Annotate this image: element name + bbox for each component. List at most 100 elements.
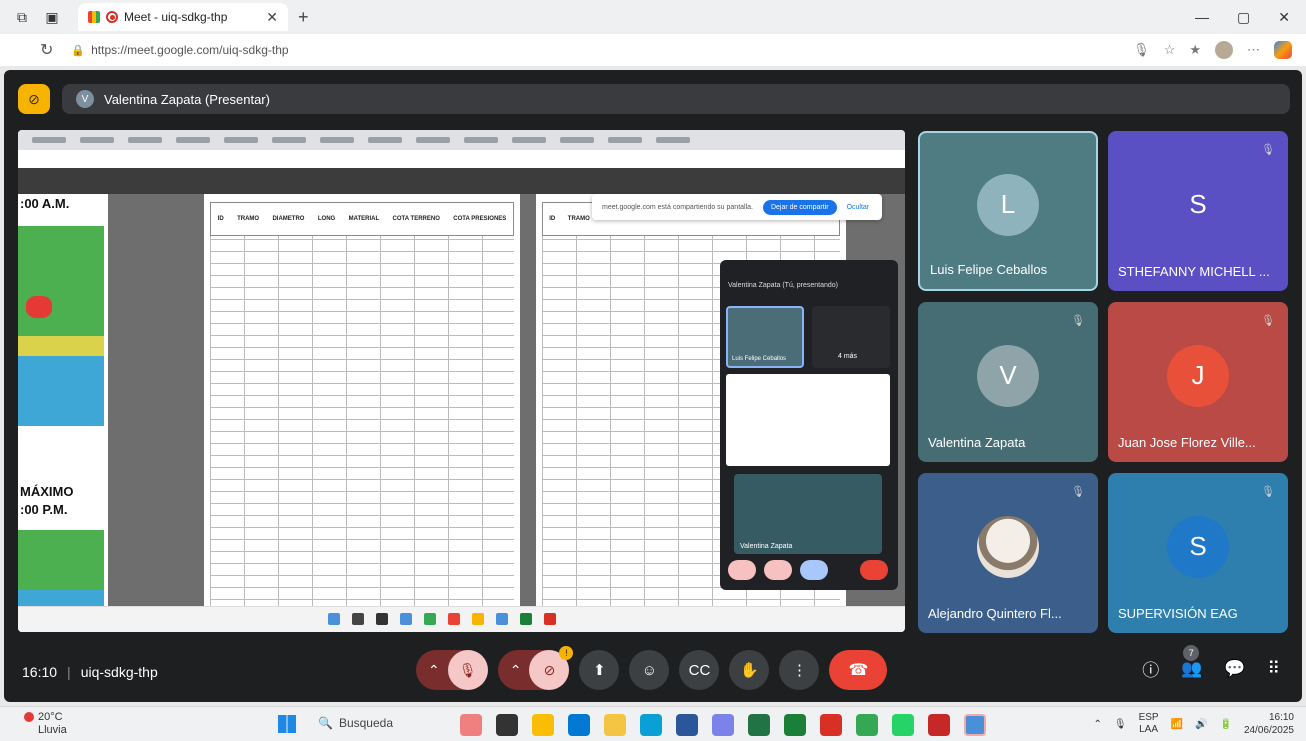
emoji-reactions-button[interactable]: ☺ — [629, 650, 670, 690]
participant-tile-2[interactable]: S 🎙 STHEFANNY MICHELL ... — [1108, 131, 1288, 291]
input-language[interactable]: ESP LAA — [1139, 712, 1159, 736]
battery-icon[interactable]: 🔋 — [1219, 719, 1231, 730]
new-tab-icon[interactable]: + — [298, 7, 309, 28]
system-tray: ⌃ 🎙 ESP LAA 📶 🔊 🔋 16:10 24/06/2025 — [1093, 711, 1294, 737]
captions-button[interactable]: CC — [679, 650, 720, 690]
profile-avatar[interactable] — [1215, 41, 1233, 59]
camera-control-group: ⌃ ⊘ ! — [497, 646, 574, 690]
participant-tile-6[interactable]: S 🎙 SUPERVISIÓN EAG — [1108, 473, 1288, 633]
share-notice-text: meet.google.com está compartiendo su pan… — [602, 203, 753, 211]
call-controls: ⌃ 🎙 ⌃ ⊘ ! ⬆ ☺ CC ✋ ⋮ ☎ — [416, 646, 888, 690]
mic-permission-icon[interactable]: 🎙 — [1133, 42, 1150, 58]
mini-cam-button[interactable] — [764, 560, 792, 580]
participant-tile-4[interactable]: J 🎙 Juan Jose Florez Ville... — [1108, 302, 1288, 462]
word-icon[interactable] — [676, 714, 698, 736]
stop-sharing-button[interactable]: Dejar de compartir — [762, 199, 837, 215]
active-app-icon[interactable] — [964, 714, 986, 736]
taskbar-apps — [460, 714, 986, 736]
mini-mic-button[interactable] — [728, 560, 756, 580]
chrome-icon-2[interactable] — [856, 714, 878, 736]
muted-mic-icon: 🎙 — [1071, 314, 1085, 327]
app-icon[interactable] — [460, 714, 482, 736]
shared-screen: :00 A.M. MÁXIMO :00 P.M. ID TRAMO DIAMET… — [18, 130, 905, 632]
favorites-icon[interactable]: ★ — [1189, 42, 1201, 58]
shared-browser-tabs — [18, 130, 905, 150]
taskbar-search[interactable]: 🔍 Busqueda — [318, 716, 393, 730]
participant-tile-1[interactable]: L Luis Felipe Ceballos — [918, 131, 1098, 291]
muted-mic-icon: 🎙 — [1261, 314, 1275, 327]
participant-avatar: V — [977, 344, 1039, 407]
muted-mic-icon: 🎙 — [1261, 143, 1275, 156]
pressure-map-image — [18, 226, 104, 426]
app-icon[interactable] — [568, 714, 590, 736]
maximize-icon[interactable]: ▢ — [1237, 9, 1250, 26]
mic-toggle-button[interactable]: 🎙 — [447, 650, 488, 690]
camera-off-indicator-icon[interactable]: ⊘ — [18, 84, 50, 114]
lock-icon[interactable]: 🔒 — [71, 44, 85, 57]
browser-tab-strip: ⧉ ▣ Meet - uiq-sdkg-thp ✕ + — ▢ ✕ — [0, 0, 1306, 34]
volume-icon[interactable]: 🔊 — [1195, 719, 1207, 730]
more-options-button[interactable]: ⋮ — [779, 650, 820, 690]
shared-address-bar — [18, 150, 905, 168]
pipe-table-page-1: ID TRAMO DIAMETRO LONG MATERIAL COTA TER… — [204, 194, 520, 632]
close-tab-icon[interactable]: ✕ — [266, 9, 278, 26]
mini-presenter-label: Valentina Zapata (Tú, presentando) — [728, 282, 838, 289]
browser-tab-meet[interactable]: Meet - uiq-sdkg-thp ✕ — [78, 3, 288, 31]
mini-end-call-button[interactable] — [860, 560, 888, 580]
presenter-bar: V Valentina Zapata (Presentar) — [62, 84, 1290, 114]
participant-photo — [977, 515, 1039, 578]
participant-name: Alejandro Quintero Fl... — [928, 606, 1062, 621]
tab-title: Meet - uiq-sdkg-thp — [124, 10, 228, 24]
chat-icon[interactable]: 💬 — [1224, 659, 1245, 679]
tray-chevron-icon[interactable]: ⌃ — [1093, 719, 1101, 730]
activities-icon[interactable]: ⠿ — [1268, 659, 1280, 679]
app-icon[interactable] — [784, 714, 806, 736]
people-button[interactable]: 👥 7 — [1181, 644, 1202, 679]
map-heading-pm: :00 P.M. — [20, 502, 68, 517]
mini-present-button[interactable] — [800, 560, 828, 580]
app-icon[interactable] — [496, 714, 518, 736]
favorite-star-icon[interactable]: ☆ — [1164, 42, 1176, 58]
tray-mic-icon[interactable]: 🎙 — [1114, 719, 1127, 730]
start-button-icon[interactable] — [278, 715, 296, 733]
teams-icon[interactable] — [712, 714, 734, 736]
hide-button[interactable]: Ocultar — [847, 204, 870, 211]
chrome-icon[interactable] — [532, 714, 554, 736]
pdf-toolbar — [18, 168, 905, 194]
edge-icon[interactable] — [640, 714, 662, 736]
reload-icon[interactable]: ↻ — [40, 40, 53, 60]
address-bar: ↻ 🔒 https://meet.google.com/uiq-sdkg-thp… — [0, 34, 1306, 66]
muted-mic-icon: 🎙 — [1261, 485, 1275, 498]
participant-avatar: S — [1167, 173, 1229, 236]
camera-options-chevron-icon[interactable]: ⌃ — [510, 662, 522, 679]
meeting-code: uiq-sdkg-thp — [80, 664, 158, 680]
acrobat-icon[interactable] — [820, 714, 842, 736]
mini-tile-luis: Luis Felipe Ceballos — [726, 306, 804, 368]
presenter-label: Valentina Zapata (Presentar) — [104, 91, 270, 107]
minimize-icon[interactable]: — — [1195, 9, 1209, 26]
participant-avatar: J — [1167, 344, 1229, 407]
tab-actions-icon[interactable]: ▣ — [44, 9, 60, 25]
file-explorer-icon[interactable] — [604, 714, 626, 736]
map-heading-max: MÁXIMO — [20, 484, 74, 499]
excel-icon[interactable] — [748, 714, 770, 736]
close-window-icon[interactable]: ✕ — [1278, 9, 1290, 26]
raise-hand-button[interactable]: ✋ — [729, 650, 770, 690]
workspaces-icon[interactable]: ⧉ — [14, 9, 30, 25]
participant-tile-3[interactable]: V 🎙 Valentina Zapata — [918, 302, 1098, 462]
wifi-icon[interactable]: 📶 — [1171, 719, 1183, 730]
weather-widget[interactable]: 20°C Lluvia — [24, 711, 67, 737]
more-menu-icon[interactable]: ⋯ — [1247, 42, 1260, 58]
taskbar-clock[interactable]: 16:10 24/06/2025 — [1244, 711, 1294, 737]
copilot-icon[interactable] — [1274, 41, 1292, 59]
participant-tile-5[interactable]: 🎙 Alejandro Quintero Fl... — [918, 473, 1098, 633]
whatsapp-icon[interactable] — [892, 714, 914, 736]
mic-options-chevron-icon[interactable]: ⌃ — [428, 662, 440, 679]
weather-icon — [24, 712, 34, 723]
present-screen-button[interactable]: ⬆ — [579, 650, 620, 690]
app-icon[interactable] — [928, 714, 950, 736]
url-field[interactable]: 🔒 https://meet.google.com/uiq-sdkg-thp — [71, 43, 288, 57]
end-call-button[interactable]: ☎ — [829, 650, 888, 690]
participant-name: STHEFANNY MICHELL ... — [1118, 264, 1270, 279]
meeting-details-icon[interactable]: ⓘ — [1142, 656, 1159, 681]
